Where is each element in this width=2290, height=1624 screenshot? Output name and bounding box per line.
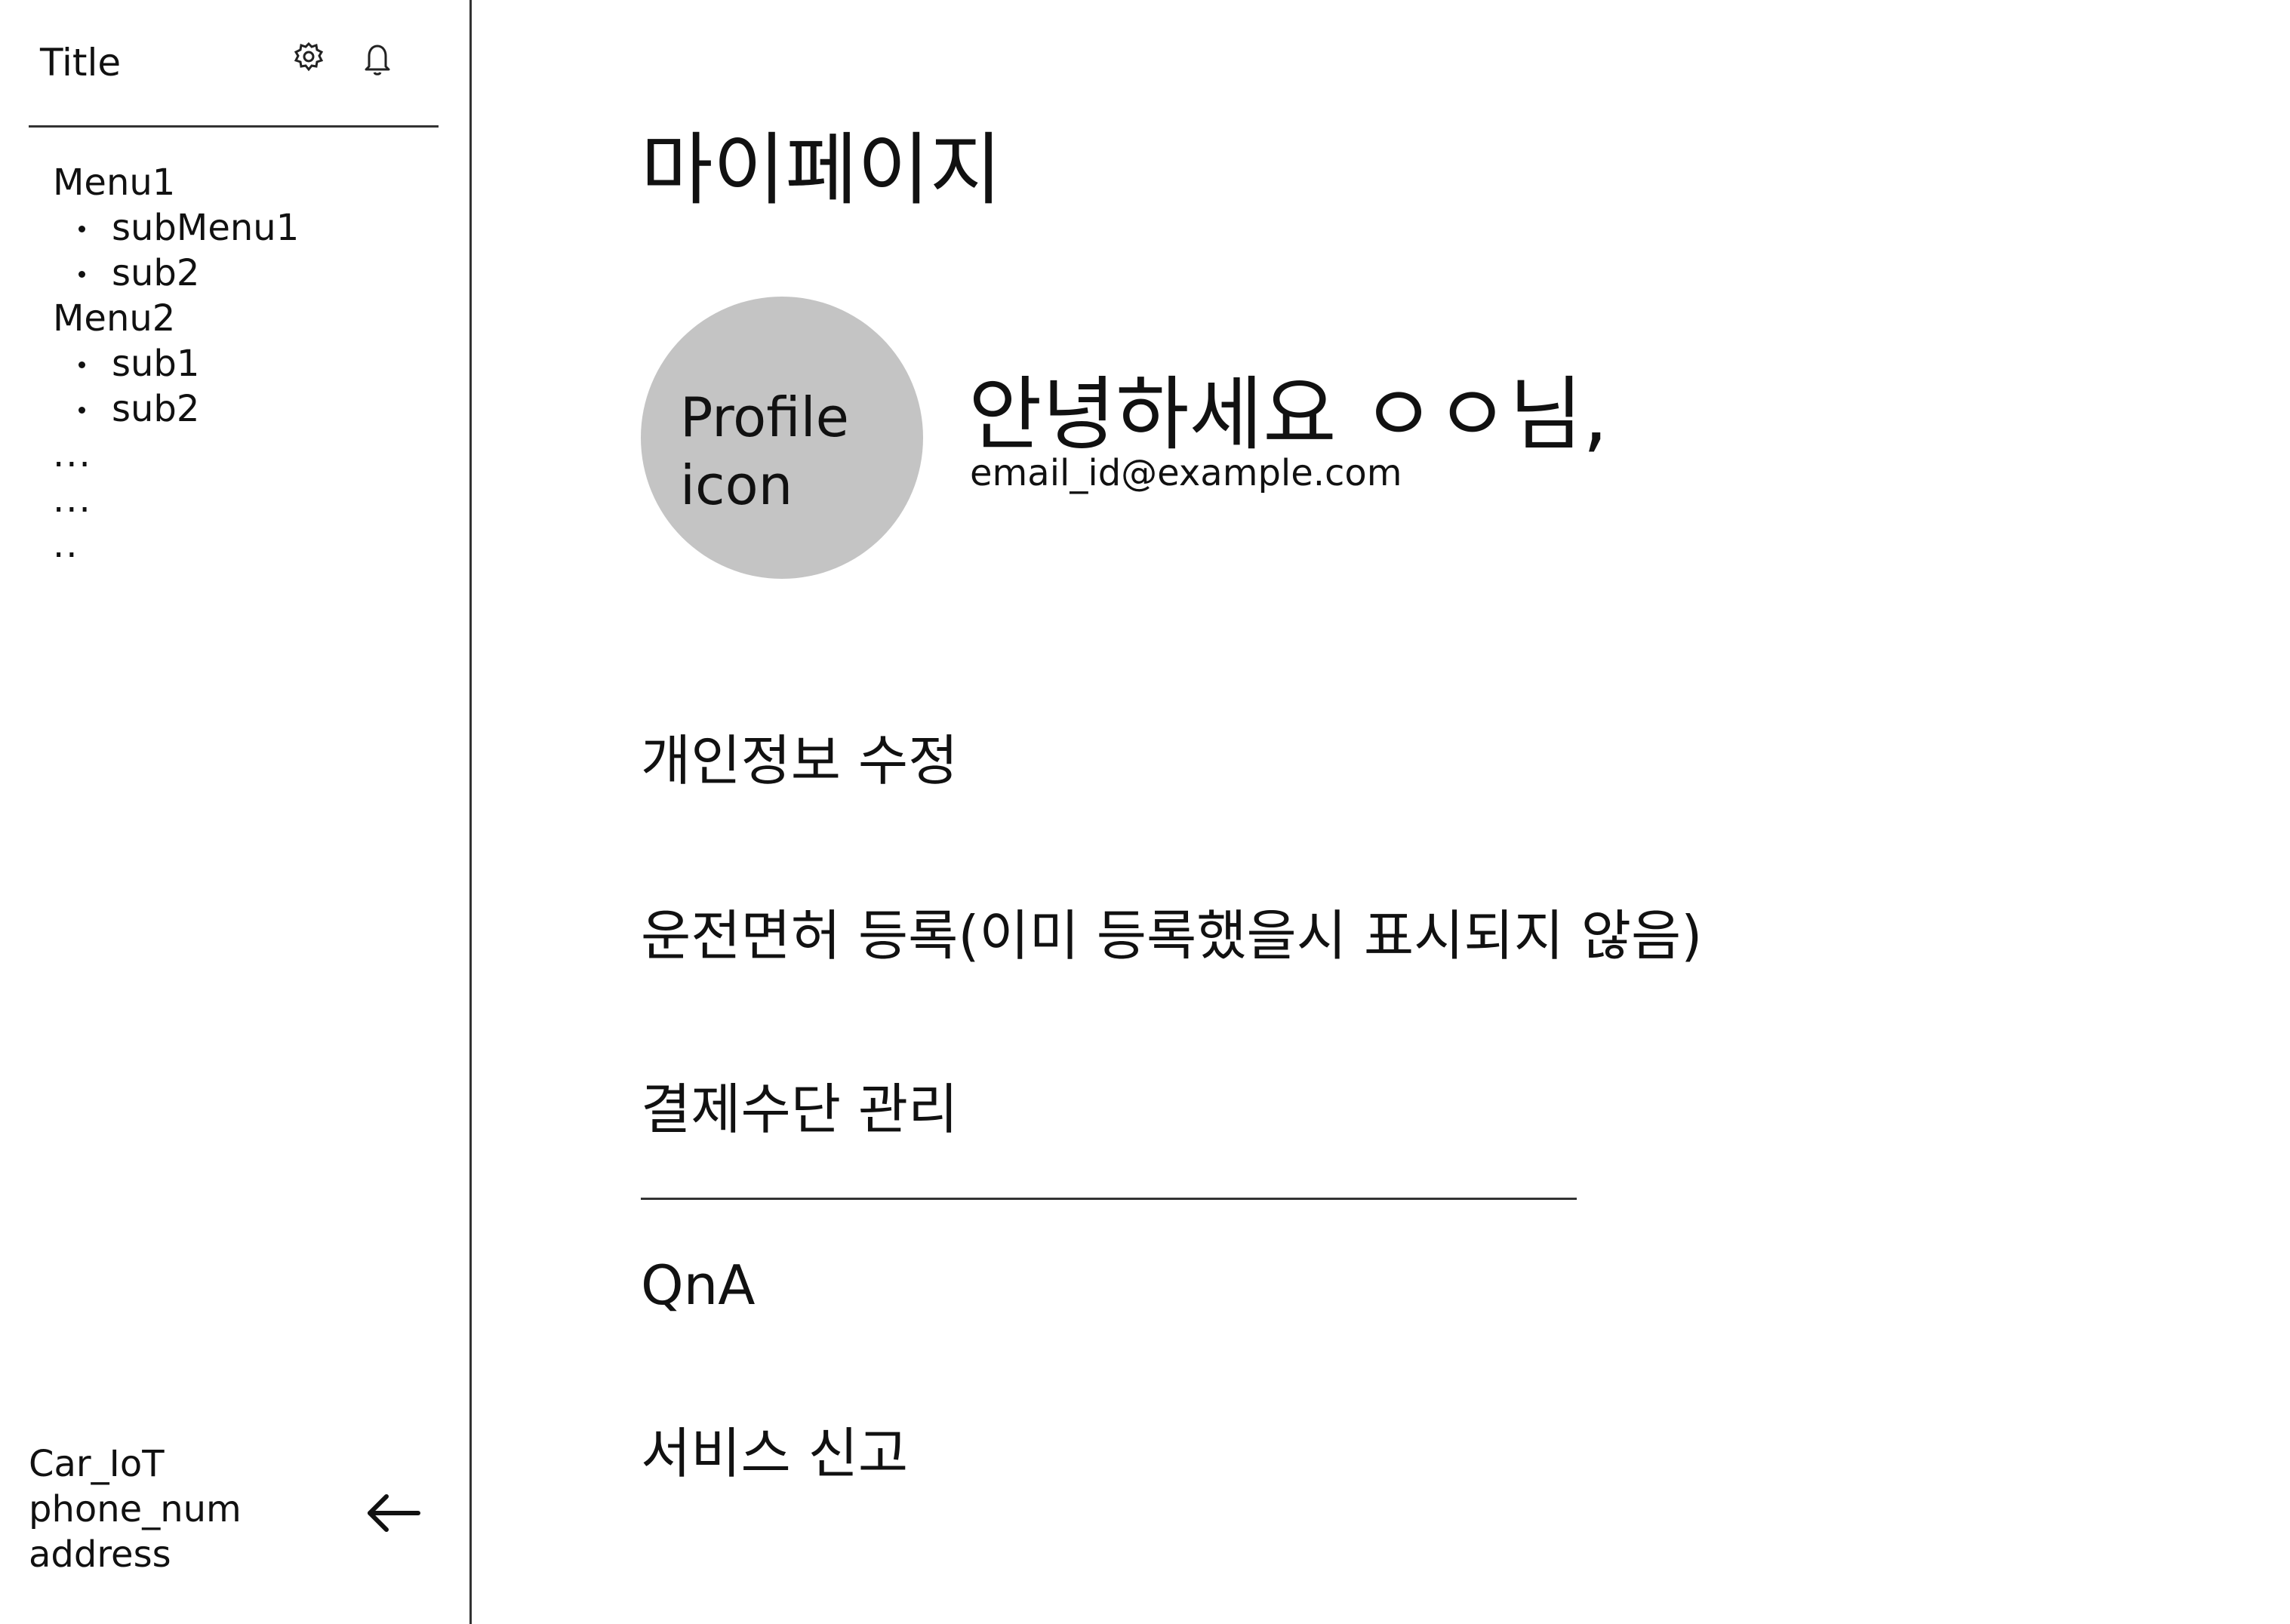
footer-app-name: Car_IoT xyxy=(29,1443,165,1485)
arrow-left-icon[interactable] xyxy=(364,1490,423,1536)
avatar-text-line2: icon xyxy=(680,454,793,517)
payment-methods-link[interactable]: 결제수단 관리 xyxy=(641,1073,958,1146)
bell-icon[interactable] xyxy=(357,38,398,78)
section-divider xyxy=(641,1198,1577,1200)
page-title: 마이페이지 xyxy=(641,124,1002,216)
sidebar-ellipsis: ... xyxy=(53,478,92,521)
report-service-link[interactable]: 서비스 신고 xyxy=(641,1417,908,1490)
sidebar-ellipsis: ... xyxy=(53,433,92,475)
gear-icon[interactable] xyxy=(288,38,329,78)
main-content: 마이페이지 Profile icon 안녕하세요 ㅇㅇ님, email_id@e… xyxy=(472,0,2290,1624)
sidebar: Title Menu1 subMenu1 sub2 Menu2 sub1 sub… xyxy=(0,0,472,1624)
edit-profile-link[interactable]: 개인정보 수정 xyxy=(641,724,958,797)
register-license-link[interactable]: 운전면허 등록(이미 등록했을시 표시되지 않음) xyxy=(641,900,1702,972)
sidebar-footer: Car_IoT phone_num address xyxy=(29,1441,242,1577)
sidebar-subitem-submenu1[interactable]: subMenu1 xyxy=(53,205,299,251)
qna-link[interactable]: QnA xyxy=(641,1249,756,1321)
user-email: email_id@example.com xyxy=(970,452,1402,494)
sidebar-title: Title xyxy=(40,41,122,85)
sidebar-item-menu2[interactable]: Menu2 xyxy=(53,296,299,341)
sidebar-subitem-sub2[interactable]: sub2 xyxy=(53,251,299,296)
sidebar-ellipsis: .. xyxy=(53,524,79,566)
sidebar-menu: Menu1 subMenu1 sub2 Menu2 sub1 sub2 ... … xyxy=(53,160,299,567)
footer-address: address xyxy=(29,1533,171,1576)
sidebar-subitem-sub1[interactable]: sub1 xyxy=(53,341,299,386)
avatar-text-line1: Profile xyxy=(680,386,849,449)
footer-phone: phone_num xyxy=(29,1488,242,1530)
avatar[interactable]: Profile icon xyxy=(641,297,923,579)
app-root: Title Menu1 subMenu1 sub2 Menu2 sub1 sub… xyxy=(0,0,2290,1624)
sidebar-subitem-sub2[interactable]: sub2 xyxy=(53,386,299,432)
sidebar-divider xyxy=(29,125,439,128)
sidebar-item-menu1[interactable]: Menu1 xyxy=(53,160,299,205)
